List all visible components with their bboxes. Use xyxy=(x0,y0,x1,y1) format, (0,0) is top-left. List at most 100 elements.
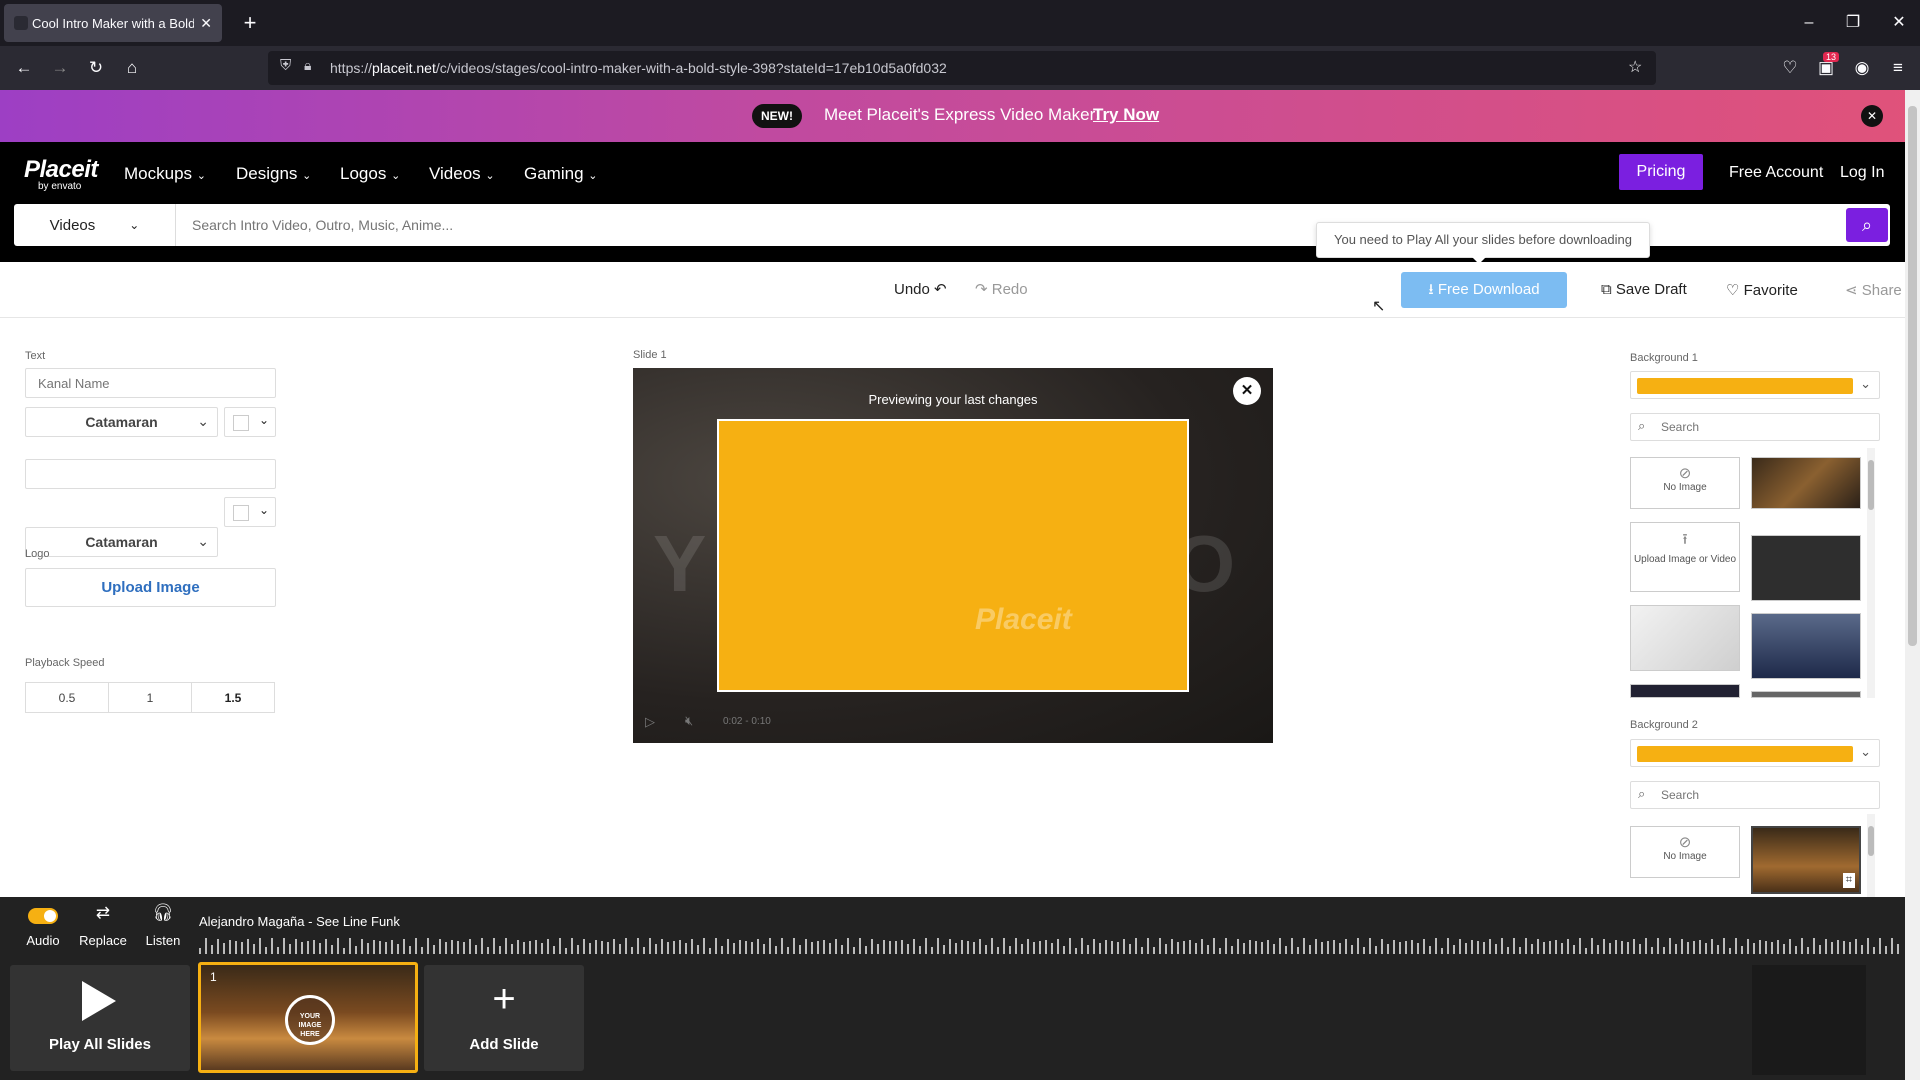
close-banner-icon[interactable]: ✕ xyxy=(1861,105,1883,127)
color-select-2[interactable]: ⌄ xyxy=(224,497,276,527)
placeit-logo[interactable]: Placeit by envato xyxy=(24,156,98,192)
share-button[interactable]: ⋖ Share xyxy=(1845,281,1902,299)
crop-icon[interactable]: ⌗ xyxy=(1842,873,1855,888)
waveform-bar xyxy=(1507,946,1509,954)
background-letter: Y xyxy=(653,519,707,608)
slide-thumbnail-1[interactable]: 1 YOUR IMAGE HERE xyxy=(198,962,418,1073)
waveform-bar xyxy=(1789,938,1791,954)
background-thumb-marble[interactable] xyxy=(1630,605,1740,671)
new-tab-button[interactable]: + xyxy=(236,9,264,37)
waveform-bar xyxy=(1375,946,1377,954)
background-thumb-dark[interactable] xyxy=(1751,535,1861,601)
speed-1-5-button[interactable]: 1.5 xyxy=(191,682,275,713)
replace-button[interactable]: Replace xyxy=(74,933,132,948)
background-thumb-partial[interactable] xyxy=(1751,691,1861,698)
account-icon[interactable]: ◉ xyxy=(1848,54,1876,82)
no-image-option[interactable]: ⊘ No Image xyxy=(1630,826,1740,878)
upload-image-button[interactable]: Upload Image xyxy=(25,568,276,607)
font-select-2[interactable]: Catamaran ⌄ xyxy=(25,527,218,557)
favorite-button[interactable]: ♡ Favorite xyxy=(1726,281,1798,299)
browser-tab[interactable]: Cool Intro Maker with a Bold St ✕ xyxy=(4,4,222,42)
waveform-bar xyxy=(1051,943,1053,954)
bookmark-star-icon[interactable]: ☆ xyxy=(1628,57,1642,77)
menu-mockups[interactable]: Mockups ⌄ xyxy=(124,164,206,184)
play-icon[interactable]: ▷ xyxy=(645,714,655,730)
back-icon[interactable]: ← xyxy=(10,54,38,82)
channel-name-input[interactable] xyxy=(25,368,276,398)
search-button[interactable]: ⌕ xyxy=(1846,208,1888,242)
background-thumb-car[interactable] xyxy=(1751,457,1861,509)
headphones-icon[interactable]: 🎧︎ xyxy=(148,903,178,923)
search-category-select[interactable]: Videos ⌄ xyxy=(14,204,176,246)
toggle-knob xyxy=(44,910,56,922)
waveform-bar xyxy=(361,938,363,954)
lock-icon[interactable]: 🔒︎ xyxy=(304,57,311,74)
page-scrollbar[interactable] xyxy=(1905,90,1920,1080)
tab-title: Cool Intro Maker with a Bold St xyxy=(32,15,195,31)
listen-button[interactable]: Listen xyxy=(140,933,186,948)
redo-button[interactable]: ↷ Redo xyxy=(975,280,1028,298)
undo-icon: ↶ xyxy=(934,281,947,298)
restore-button[interactable]: ❐ xyxy=(1838,10,1868,36)
menu-logos[interactable]: Logos ⌄ xyxy=(340,164,400,184)
background-thumb-partial[interactable] xyxy=(1630,684,1740,698)
video-preview[interactable]: Y O Previewing your last changes ✕ Place… xyxy=(633,368,1273,743)
font-select-1[interactable]: Catamaran ⌄ xyxy=(25,407,218,437)
mute-icon[interactable]: 🔇︎ xyxy=(685,713,693,729)
waveform-bar xyxy=(607,942,609,954)
menu-icon[interactable]: ≡ xyxy=(1884,54,1912,82)
menu-designs[interactable]: Designs ⌄ xyxy=(236,164,311,184)
background-thumb-snow[interactable] xyxy=(1751,613,1861,679)
tab-close-icon[interactable]: ✕ xyxy=(200,15,212,32)
home-icon[interactable]: ⌂ xyxy=(118,54,146,82)
pocket-icon[interactable]: ♡ xyxy=(1776,54,1804,82)
text-field-2[interactable] xyxy=(25,459,276,489)
try-now-link[interactable]: Try Now xyxy=(1093,105,1159,125)
speed-0-5-button[interactable]: 0.5 xyxy=(25,682,109,713)
waveform-bar xyxy=(919,945,921,954)
waveform-bar xyxy=(1183,940,1185,954)
background-thumb-garage-selected[interactable]: ⌗ xyxy=(1751,826,1861,894)
replace-icon[interactable]: ⇄ xyxy=(88,903,118,923)
color-select-1[interactable]: ⌄ xyxy=(224,407,276,437)
background-1-search-input[interactable] xyxy=(1630,413,1880,441)
background-2-color-select[interactable]: ⌄ xyxy=(1630,739,1880,767)
reload-icon[interactable]: ↻ xyxy=(82,54,110,82)
undo-button[interactable]: Undo ↶ xyxy=(894,280,947,298)
audio-toggle[interactable] xyxy=(28,908,58,924)
background-1-scrollbar[interactable] xyxy=(1867,448,1875,698)
waveform-bar xyxy=(1645,938,1647,954)
minimize-button[interactable]: – xyxy=(1794,10,1824,36)
forward-icon[interactable]: → xyxy=(46,54,74,82)
browser-nav-bar: ← → ↻ ⌂ ⛨ 🔒︎ https://placeit.net/c/video… xyxy=(0,46,1920,90)
waveform-bar xyxy=(1207,945,1209,954)
waveform-bar xyxy=(403,938,405,954)
shield-icon[interactable]: ⛨ xyxy=(280,57,291,74)
close-window-button[interactable]: ✕ xyxy=(1884,10,1914,36)
play-all-slides-button[interactable]: Play All Slides xyxy=(10,965,190,1071)
background-2-search-input[interactable] xyxy=(1630,781,1880,809)
close-preview-icon[interactable]: ✕ xyxy=(1233,377,1261,405)
login-link[interactable]: Log In xyxy=(1840,164,1884,182)
audio-waveform[interactable] xyxy=(199,936,1905,954)
menu-videos[interactable]: Videos ⌄ xyxy=(429,164,495,184)
save-draft-button[interactable]: ⧉ Save Draft xyxy=(1601,281,1687,298)
waveform-bar xyxy=(805,939,807,954)
free-account-link[interactable]: Free Account xyxy=(1729,164,1823,182)
background-2-scrollbar[interactable] xyxy=(1867,814,1875,897)
background-1-color-select[interactable]: ⌄ xyxy=(1630,371,1880,399)
redo-label: Redo xyxy=(991,281,1028,298)
add-slide-button[interactable]: + Add Slide xyxy=(424,965,584,1071)
no-image-option[interactable]: ⊘ No Image xyxy=(1630,457,1740,509)
speed-1-button[interactable]: 1 xyxy=(108,682,192,713)
free-download-button[interactable]: ⭳ Free Download xyxy=(1401,272,1567,308)
waveform-bar xyxy=(1189,940,1191,954)
scrollbar-thumb[interactable] xyxy=(1908,106,1917,646)
menu-gaming[interactable]: Gaming ⌄ xyxy=(524,164,597,184)
waveform-bar xyxy=(1873,947,1875,954)
waveform-bar xyxy=(1105,940,1107,954)
pricing-button[interactable]: Pricing xyxy=(1619,154,1703,190)
waveform-bar xyxy=(1693,940,1695,954)
upload-media-option[interactable]: ⭱ Upload Image or Video xyxy=(1630,522,1740,592)
address-bar[interactable]: ⛨ 🔒︎ https://placeit.net/c/videos/stages… xyxy=(268,51,1656,85)
